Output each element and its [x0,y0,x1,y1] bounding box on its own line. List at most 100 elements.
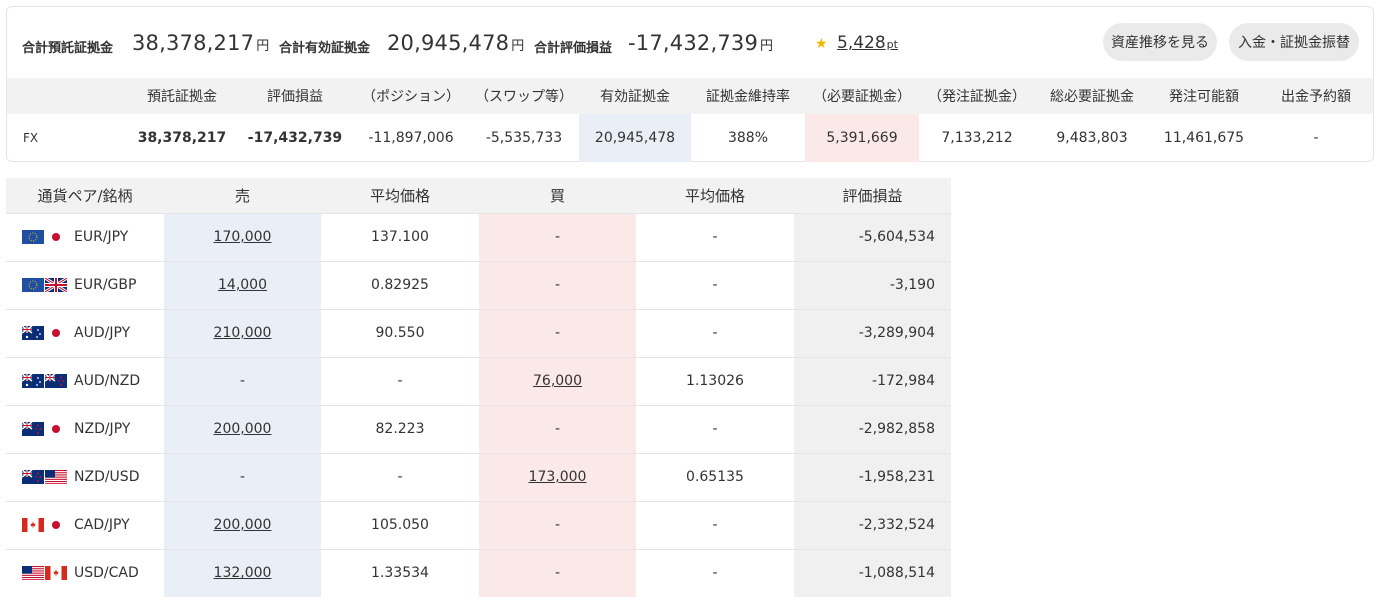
sell-cell: 14,000 [164,260,321,309]
flag-pair [21,421,68,436]
account-header-10: 発注可能額 [1149,78,1259,114]
ca-flag-icon [45,566,67,581]
buy-amount: - [554,421,561,437]
position-row[interactable]: USD/CAD 132,000 1.33534- - -1,088,514 [6,548,951,597]
positions-header-1: 売 [164,178,321,213]
sell-cell: - [164,452,321,501]
buy-cell: - [479,548,636,597]
nz-flag-icon [21,421,44,436]
pair-cell[interactable]: EUR/GBP [6,260,164,309]
flag-pair [22,566,68,581]
pnl-value: -2,982,858 [794,404,951,453]
account-table: 預託証拠金 評価損益 （ポジション） （スワップ等） 有効証拠金 証拠金維持率 （必要証拠金… [7,78,1373,162]
buy-amount: - [554,517,561,533]
flag-pair [22,276,68,294]
account-cell-10: 11,461,675 [1163,130,1245,146]
pair-cell[interactable]: CAD/JPY [6,500,164,549]
pair-symbol[interactable]: EUR/GBP [74,277,136,293]
buy-avg-price: 0.65135 [636,452,794,501]
position-row[interactable]: AUD/JPY 210,000 90.550- - -3,289,904 [6,308,951,357]
jp-flag-icon [45,518,67,532]
pair-cell[interactable]: USD/CAD [6,548,164,597]
sell-avg-price: 105.050 [321,500,479,549]
buy-amount: - [554,325,561,341]
buy-avg-price: - [636,260,794,309]
pair-symbol[interactable]: CAD/JPY [74,517,130,533]
buy-amount: - [554,277,561,293]
sell-amount-link[interactable]: 200,000 [214,421,272,437]
flag-pair [22,230,68,244]
us-flag-icon [45,470,67,484]
account-header-7: （必要証拠金） [805,78,919,114]
account-header-0 [7,78,127,114]
account-cell-6: 388% [727,130,769,146]
account-cell-11: - [1313,130,1319,146]
asset-history-button[interactable]: 資産推移を見る [1103,23,1217,61]
account-header-9: 総必要証拠金 [1035,78,1149,114]
buy-cell: 76,000 [479,356,636,405]
pair-symbol[interactable]: NZD/USD [74,469,139,485]
positions-header-3: 買 [479,178,636,213]
sell-amount-link[interactable]: 14,000 [218,277,267,293]
account-header-8: （発注証拠金） [919,78,1035,114]
buy-cell: - [479,212,636,261]
sell-amount-link[interactable]: 132,000 [214,565,272,581]
account-cell-0: FX [23,131,39,145]
account-cell-4: -5,535,733 [485,130,563,146]
sell-cell: 200,000 [164,404,321,453]
au-flag-icon [21,373,44,388]
deposit-value: 38,378,217 円 [132,31,270,55]
position-row[interactable]: EUR/GBP 14,000 0.82925- - -3,190 [6,260,951,309]
buy-cell: - [479,260,636,309]
pnl-value: -2,332,524 [794,500,951,549]
account-cell-1: 38,378,217 [137,130,227,146]
pair-symbol[interactable]: USD/CAD [74,565,139,581]
position-row[interactable]: NZD/JPY 200,000 82.223- - -2,982,858 [6,404,951,453]
pair-cell[interactable]: NZD/JPY [6,404,164,453]
transfer-button[interactable]: 入金・証拠金振替 [1229,23,1359,61]
flag-pair [21,469,68,484]
pnl-value: -1,088,514 [794,548,951,597]
account-summary-panel: 合計預託証拠金 38,378,217 円 合計有効証拠金 20,945,478 円 … [6,6,1374,162]
pair-cell[interactable]: NZD/USD [6,452,164,501]
points-link[interactable]: 5,428pt [837,33,898,53]
flag-pair [22,518,68,532]
sell-cell: - [164,356,321,405]
buy-cell: - [479,404,636,453]
pair-symbol[interactable]: EUR/JPY [74,229,128,245]
pair-cell[interactable]: EUR/JPY [6,212,164,261]
position-row[interactable]: EUR/JPY 170,000 137.100- - -5,604,534 [6,212,951,261]
account-header-6: 証拠金維持率 [691,78,805,114]
buy-avg-price: - [636,548,794,597]
sell-amount-link[interactable]: 170,000 [214,229,272,245]
account-cell-2: -17,432,739 [247,130,343,146]
account-cell-5: 20,945,478 [579,114,691,162]
sell-avg-price: 137.100 [321,212,479,261]
account-header-1: 預託証拠金 [127,78,237,114]
pnl-label: 合計評価損益 [534,41,613,56]
account-cell-3: -11,897,006 [368,130,454,146]
sell-avg-price: - [321,452,479,501]
sell-amount-link[interactable]: 200,000 [214,517,272,533]
pair-symbol[interactable]: NZD/JPY [74,421,130,437]
account-header-5: 有効証拠金 [579,78,691,114]
sell-cell: 210,000 [164,308,321,357]
pair-cell[interactable]: AUD/NZD [6,356,164,405]
buy-amount-link[interactable]: 173,000 [529,469,587,485]
pair-symbol[interactable]: AUD/NZD [74,373,140,389]
pnl-value: -17,432,739 円 [628,31,774,55]
position-row[interactable]: AUD/NZD - - 76,000 1.13026 -172,984 [6,356,951,405]
positions-table: 通貨ペア/銘柄売平均価格買平均価格 評価損益 EUR/JPY 170,000 137.… [6,178,951,597]
pnl-value: -3,190 [794,260,951,309]
summary-bar: 合計預託証拠金 38,378,217 円 合計有効証拠金 20,945,478 円 … [7,7,1373,79]
buy-amount-link[interactable]: 76,000 [533,373,582,389]
sell-amount-link[interactable]: 210,000 [214,325,272,341]
buy-avg-price: - [636,308,794,357]
buy-avg-price: 1.13026 [636,356,794,405]
pair-cell[interactable]: AUD/JPY [6,308,164,357]
account-header-11: 出金予約額 [1259,78,1373,114]
pair-symbol[interactable]: AUD/JPY [74,325,130,341]
position-row[interactable]: CAD/JPY 200,000 105.050- - -2,332,524 [6,500,951,549]
account-cell-9: 9,483,803 [1056,130,1128,146]
position-row[interactable]: NZD/USD - - 173,000 0.65135 -1,958,231 [6,452,951,501]
